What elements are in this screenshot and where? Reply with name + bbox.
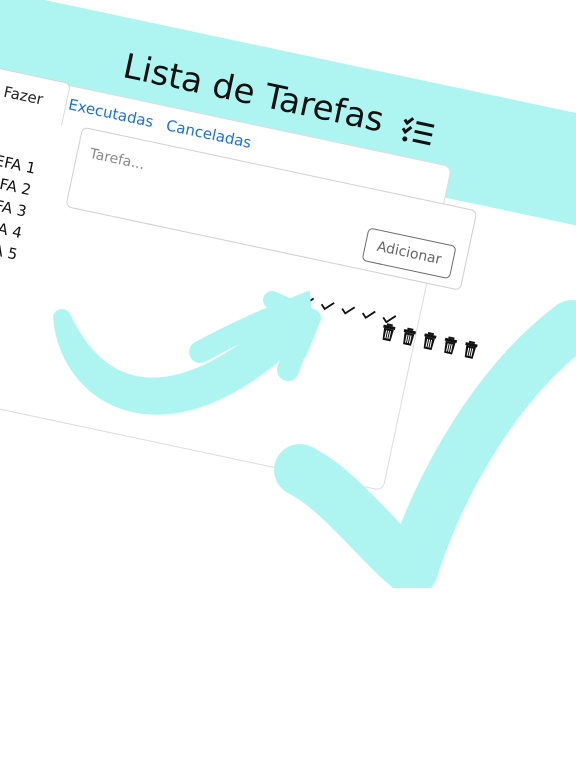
trash-icon[interactable] [461, 337, 481, 362]
trash-icon[interactable] [440, 332, 460, 357]
checklist-icon [401, 117, 435, 146]
trash-icon[interactable] [378, 319, 398, 344]
check-icon[interactable] [359, 301, 379, 326]
check-icon[interactable] [297, 288, 317, 313]
trash-icon[interactable] [420, 328, 440, 353]
check-icon[interactable] [338, 297, 358, 322]
app-scene: Lista de Tarefas A Fazer Executadas Canc… [0, 0, 576, 777]
check-icon[interactable] [318, 292, 338, 317]
add-button[interactable]: Adicionar [361, 227, 457, 280]
trash-icon[interactable] [399, 324, 419, 349]
